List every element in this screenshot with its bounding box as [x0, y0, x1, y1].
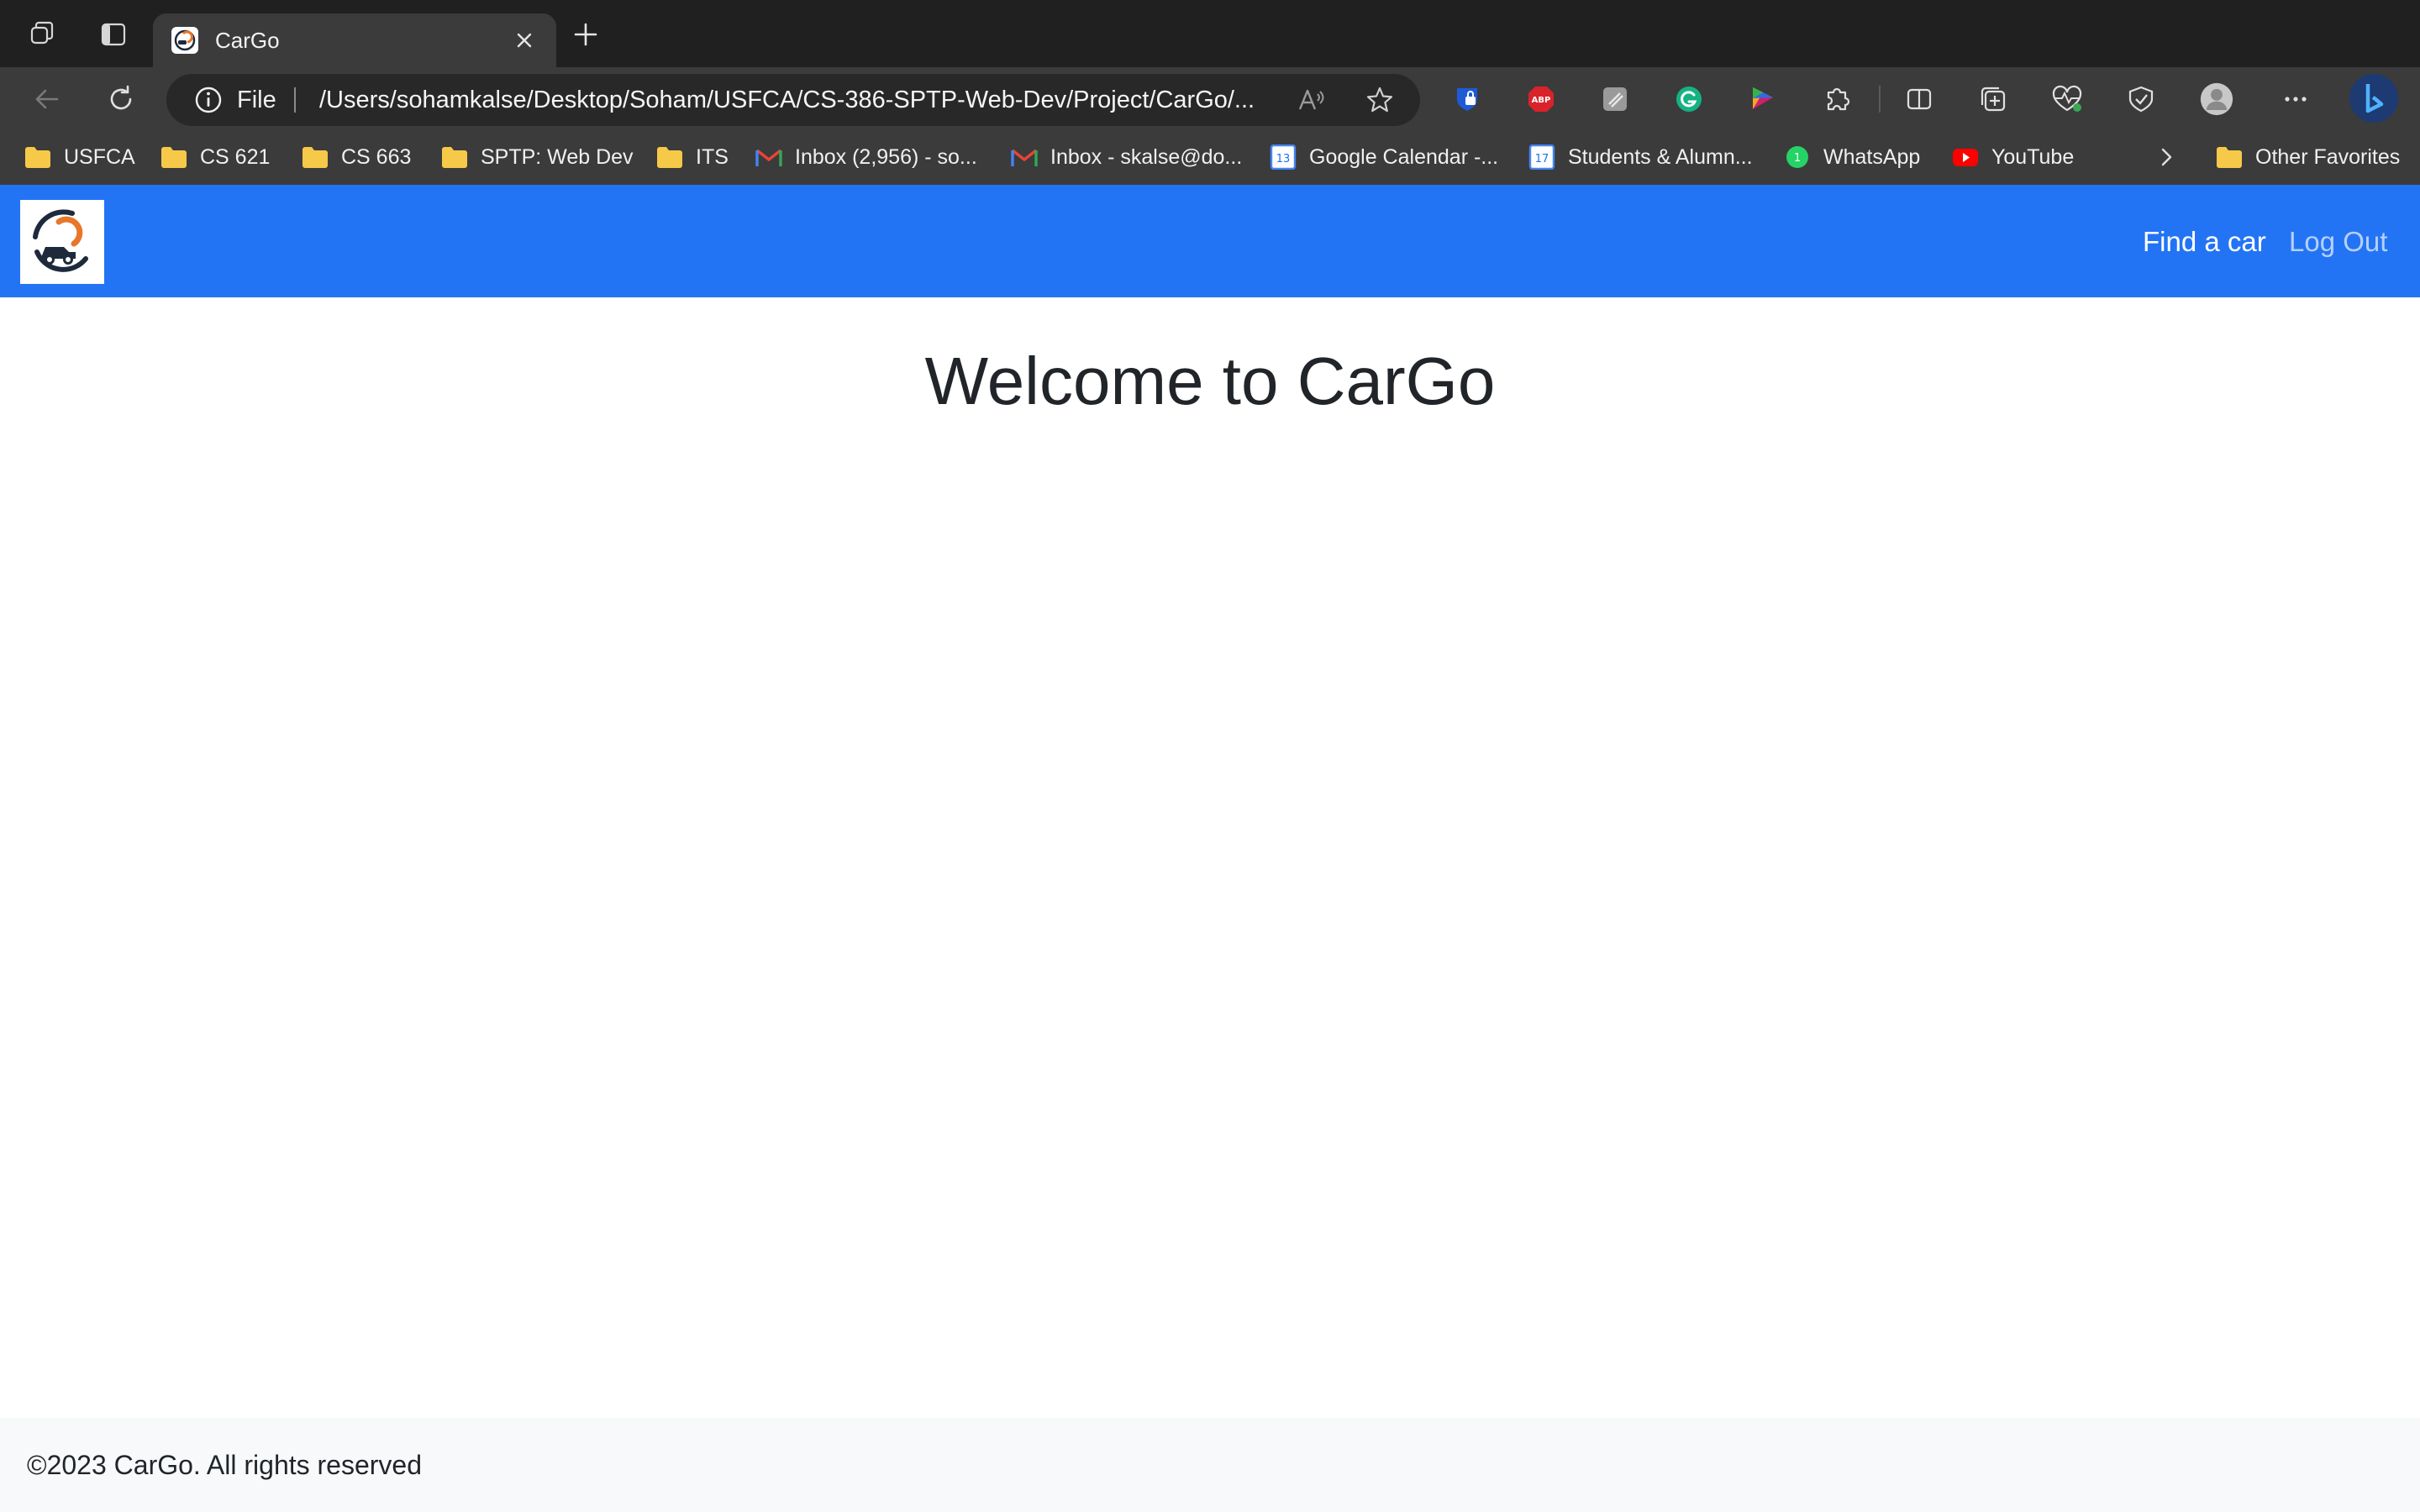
- star-icon[interactable]: [1363, 83, 1397, 117]
- folder-icon: [302, 147, 328, 168]
- puzzle-icon[interactable]: [1820, 82, 1854, 116]
- gmail-icon: [1011, 149, 1038, 166]
- more-icon[interactable]: [2279, 82, 2312, 116]
- copyright-text: ©2023 CarGo. All rights reserved: [27, 1450, 423, 1480]
- close-tab-icon[interactable]: [509, 25, 539, 55]
- nav-log-out-link[interactable]: Log Out: [2289, 225, 2387, 259]
- refresh-icon[interactable]: [101, 79, 141, 119]
- main-content: Welcome to CarGo: [0, 297, 2420, 1418]
- extension-icon[interactable]: [1598, 82, 1632, 116]
- adblock-plus-icon[interactable]: ABP: [1524, 82, 1558, 116]
- bookmark-students-alumni[interactable]: 17 Students & Alumn...: [1528, 143, 1753, 171]
- address-separator: [294, 87, 296, 113]
- page-title: Welcome to CarGo: [924, 344, 1496, 418]
- browser-essentials-icon[interactable]: [2124, 82, 2158, 116]
- split-screen-icon[interactable]: [1902, 82, 1936, 116]
- bookmark-usfca[interactable]: USFCA: [24, 143, 135, 171]
- whatsapp-icon: 1: [1786, 146, 1808, 168]
- svg-text:ABP: ABP: [1532, 96, 1551, 105]
- tab-favicon: [171, 27, 198, 54]
- bookmark-gmail-inbox-1[interactable]: Inbox (2,956) - so...: [755, 143, 977, 171]
- site-navbar: Find a car Log Out: [0, 185, 2420, 297]
- bookmarks-bar: USFCA CS 621 CS 663 SPTP: Web Dev ITS In…: [0, 138, 2420, 176]
- back-arrow-icon[interactable]: [27, 79, 67, 119]
- tab-actions-icon[interactable]: [94, 15, 133, 54]
- plus-icon: [574, 23, 597, 46]
- bookmark-cs-621[interactable]: CS 621: [160, 143, 270, 171]
- calendar-icon: 17: [1528, 144, 1555, 170]
- nav-find-a-car-link[interactable]: Find a car: [2143, 225, 2266, 259]
- bookmark-google-calendar[interactable]: 13 Google Calendar -...: [1269, 143, 1498, 171]
- chevron-right-icon: [2161, 148, 2172, 166]
- bookmark-youtube[interactable]: YouTube: [1951, 143, 2074, 171]
- scheme-label: File: [237, 87, 276, 113]
- grammarly-icon[interactable]: [1672, 82, 1706, 116]
- gmail-icon: [755, 149, 782, 166]
- folder-icon: [657, 147, 682, 168]
- new-tab-button[interactable]: [566, 15, 605, 54]
- browser-chrome: CarGo File /Users/sohamkalse/Desktop/Soh…: [0, 0, 2420, 185]
- youtube-icon: [1953, 149, 1978, 166]
- read-aloud-icon[interactable]: [1294, 83, 1328, 117]
- bing-icon[interactable]: [2348, 72, 2400, 124]
- tab-strip: CarGo: [0, 0, 2420, 67]
- calendar-icon: 13: [1270, 144, 1297, 170]
- color-picker-icon[interactable]: [1746, 82, 1780, 116]
- folder-icon: [442, 147, 467, 168]
- url-text[interactable]: /Users/sohamkalse/Desktop/Soham/USFCA/CS…: [319, 87, 1445, 113]
- bookmark-its[interactable]: ITS: [655, 143, 729, 171]
- performance-icon[interactable]: [2050, 82, 2084, 116]
- site-footer: ©2023 CarGo. All rights reserved: [0, 1418, 2420, 1512]
- bookmark-other-favorites[interactable]: Other Favorites: [2215, 143, 2400, 171]
- profile-avatar-icon[interactable]: [2200, 82, 2233, 116]
- folder-icon: [161, 147, 187, 168]
- bookmark-cs-663[interactable]: CS 663: [301, 143, 411, 171]
- collections-icon[interactable]: [1976, 82, 2010, 116]
- bitwarden-icon[interactable]: [1450, 82, 1484, 116]
- folder-icon: [25, 147, 50, 168]
- address-bar[interactable]: File /Users/sohamkalse/Desktop/Soham/USF…: [166, 74, 1420, 126]
- cargo-logo[interactable]: [20, 200, 104, 284]
- workspaces-icon[interactable]: [24, 15, 62, 54]
- bookmark-gmail-inbox-2[interactable]: Inbox - skalse@do...: [1010, 143, 1242, 171]
- bookmarks-overflow-chevron[interactable]: [2156, 143, 2176, 171]
- svg-text:1: 1: [1794, 152, 1801, 165]
- svg-text:17: 17: [1535, 153, 1549, 165]
- bookmark-whatsapp[interactable]: 1 WhatsApp: [1783, 143, 1920, 171]
- folder-icon: [2217, 147, 2242, 168]
- info-icon[interactable]: [193, 85, 224, 115]
- tab-title: CarGo: [215, 28, 280, 53]
- svg-text:13: 13: [1276, 153, 1291, 165]
- bookmark-sptp-web-dev[interactable]: SPTP: Web Dev: [440, 143, 634, 171]
- toolbar-divider: [1879, 86, 1881, 113]
- active-tab[interactable]: CarGo: [153, 13, 556, 67]
